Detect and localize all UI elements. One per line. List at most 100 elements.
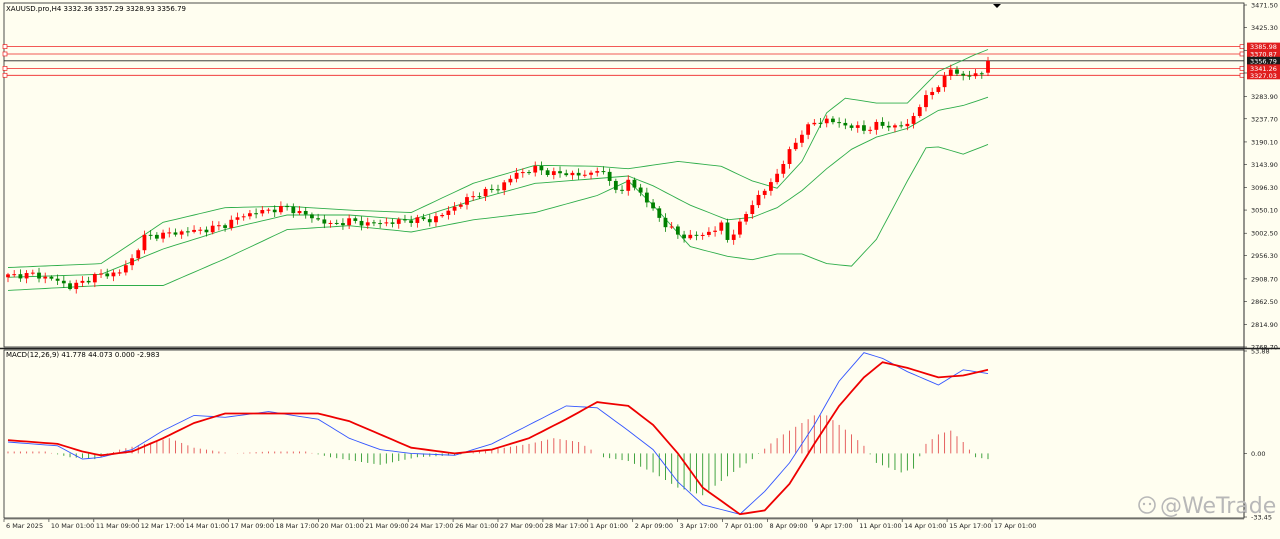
candle-body <box>862 125 866 131</box>
candle-body <box>266 209 271 211</box>
candle-body <box>812 122 817 125</box>
candle-body <box>12 274 17 276</box>
candle-body <box>669 226 674 228</box>
candle-body <box>731 234 736 240</box>
candle-body <box>917 107 922 117</box>
x-tick-label: 12 Mar 17:00 <box>141 522 184 530</box>
candle-body <box>434 216 438 223</box>
candle-body <box>74 282 79 290</box>
x-tick-label: 14 Mar 01:00 <box>186 522 229 530</box>
candle-body <box>496 189 500 191</box>
candle-body <box>620 189 624 191</box>
candle-body <box>310 214 314 219</box>
chart-canvas[interactable]: 3471.503425.303378.003331.803283.903237.… <box>0 0 1280 535</box>
candle-body <box>955 69 959 74</box>
level-anchor-left <box>2 51 8 57</box>
candle-body <box>831 118 835 123</box>
macd-y-tick-label: 0.00 <box>1251 450 1265 458</box>
level-anchor-right <box>1239 72 1245 78</box>
x-tick-label: 11 Mar 09:00 <box>96 522 139 530</box>
candle-body <box>204 229 209 233</box>
price-y-tick-label: 3190.10 <box>1251 138 1278 146</box>
candle-body <box>99 273 103 275</box>
candle-body <box>558 171 562 174</box>
candle-body <box>483 188 488 197</box>
level-anchor-right <box>1239 51 1245 57</box>
candle-body <box>601 171 606 173</box>
candle-body <box>694 234 699 236</box>
candle-body <box>24 273 29 279</box>
candle-body <box>241 216 246 218</box>
candle-body <box>905 123 910 127</box>
x-tick-label: 18 Mar 17:00 <box>275 522 318 530</box>
price-y-tick-label: 3002.50 <box>1251 230 1278 238</box>
candle-body <box>843 122 848 126</box>
candle-body <box>849 125 854 128</box>
candle-body <box>948 69 953 76</box>
candle-body <box>893 125 897 128</box>
candle-body <box>886 125 891 128</box>
watermark: @WeTrade <box>1138 494 1276 519</box>
candle-body <box>86 280 91 283</box>
level-anchor-right <box>1239 44 1245 49</box>
candle-body <box>403 219 407 221</box>
candle-body <box>465 197 469 205</box>
candle-body <box>570 172 575 176</box>
price-y-tick-label: 3050.10 <box>1251 207 1278 215</box>
candle-body <box>68 283 72 290</box>
x-tick-label: 20 Mar 01:00 <box>320 522 363 530</box>
candle-body <box>18 274 23 279</box>
x-tick-label: 14 Apr 01:00 <box>904 522 946 530</box>
candle-body <box>986 60 990 73</box>
candle-body <box>390 222 395 224</box>
candle-body <box>291 206 296 214</box>
candle-body <box>55 278 60 281</box>
candle-body <box>458 204 463 207</box>
candle-body <box>657 208 662 218</box>
candle-body <box>365 222 370 226</box>
candle-body <box>210 225 215 233</box>
candle-body <box>185 231 190 233</box>
candle-body <box>372 222 376 224</box>
candle-body <box>514 172 519 179</box>
candle-body <box>30 272 35 274</box>
candle-body <box>235 217 240 220</box>
x-tick-label: 17 Apr 01:00 <box>994 522 1036 530</box>
candle-body <box>328 222 333 224</box>
chart-background <box>0 0 1280 535</box>
candle-body <box>800 134 804 143</box>
candle-body <box>527 172 531 174</box>
candle-body <box>967 75 972 77</box>
candle-body <box>632 179 637 188</box>
candle-body <box>279 206 283 213</box>
candle-body <box>545 170 550 176</box>
candle-body <box>192 229 196 232</box>
macd-pane-title: MACD(12,26,9) 41.778 44.073 0.000 -2.983 <box>6 351 160 359</box>
candle-body <box>452 206 457 211</box>
chart-window[interactable]: 3471.503425.303378.003331.803283.903237.… <box>0 0 1280 535</box>
candle-body <box>713 230 717 232</box>
candle-body <box>316 218 321 220</box>
candle-body <box>880 121 885 126</box>
candle-body <box>806 124 811 135</box>
candle-body <box>750 205 755 215</box>
candle-body <box>533 166 538 173</box>
candle-body <box>651 202 655 209</box>
candle-body <box>824 118 829 124</box>
price-badge-label: 3327.03 <box>1250 72 1277 80</box>
candle-body <box>303 210 308 215</box>
candle-body <box>446 210 451 215</box>
candle-body <box>930 91 935 96</box>
candle-body <box>682 234 686 239</box>
candle-body <box>706 231 711 235</box>
candle-body <box>613 180 618 190</box>
candle-body <box>229 219 234 228</box>
candle-body <box>154 234 159 239</box>
candle-body <box>520 172 525 174</box>
candle-body <box>911 116 916 124</box>
candle-body <box>719 222 724 231</box>
candle-body <box>198 229 203 231</box>
candle-body <box>688 234 693 239</box>
candle-body <box>626 179 631 191</box>
price-y-tick-label: 3425.30 <box>1251 24 1278 32</box>
